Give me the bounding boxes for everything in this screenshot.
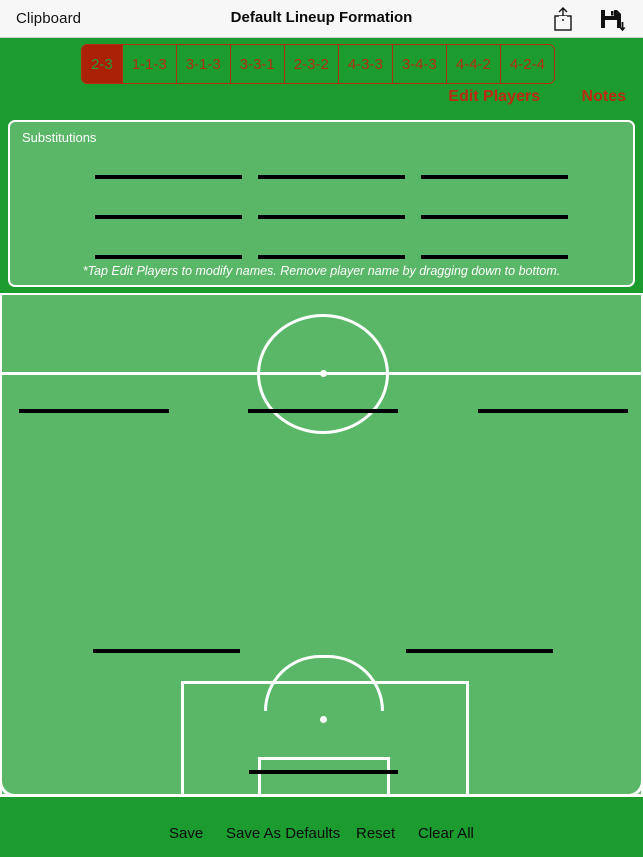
save-button[interactable]: Save [169,825,203,842]
player-slot-forward-3[interactable] [478,409,628,413]
lineup-formation-screen: Clipboard Default Lineup Formation 2-3 1… [0,0,643,857]
substitution-slot-5[interactable] [258,215,405,219]
substitutions-title: Substitutions [22,130,97,145]
formation-tab-4-2-4[interactable]: 4-2-4 [500,45,554,83]
substitution-slot-1[interactable] [95,175,242,179]
corner-arc-bottom-left [2,781,15,794]
center-spot-marking [320,370,327,377]
share-icon[interactable] [549,5,577,33]
substitution-slot-2[interactable] [258,175,405,179]
substitution-slot-3[interactable] [421,175,568,179]
substitution-slot-9[interactable] [421,255,568,259]
save-as-defaults-button[interactable]: Save As Defaults [226,825,340,842]
formation-tab-3-4-3[interactable]: 3-4-3 [392,45,447,83]
action-links-row: Edit Players Notes [0,88,643,118]
corner-arc-bottom-right [628,781,641,794]
bottom-action-bar: Save Save As Defaults Reset Clear All [0,800,643,857]
navigation-bar: Clipboard Default Lineup Formation [0,0,643,38]
edit-players-link[interactable]: Edit Players [448,88,540,106]
substitution-slot-7[interactable] [95,255,242,259]
formation-tab-4-4-2[interactable]: 4-4-2 [446,45,501,83]
player-slot-forward-1[interactable] [19,409,169,413]
player-slot-defender-1[interactable] [93,649,240,653]
formation-tab-1-1-3[interactable]: 1-1-3 [122,45,177,83]
goal-marking [294,796,354,797]
floppy-disk-save-icon[interactable] [598,5,628,33]
player-slot-forward-2[interactable] [248,409,398,413]
formation-tab-2-3[interactable]: 2-3 [82,45,123,83]
formation-tab-4-3-3[interactable]: 4-3-3 [338,45,393,83]
substitutions-panel: Substitutions *Tap Edit Players to modif… [8,120,635,287]
formation-tab-3-1-3[interactable]: 3-1-3 [176,45,231,83]
goal-area-marking [258,757,390,794]
player-slot-defender-2[interactable] [406,649,553,653]
penalty-spot-marking [320,716,327,723]
player-slot-goalkeeper[interactable] [249,770,398,774]
clear-all-button[interactable]: Clear All [418,825,474,842]
notes-link[interactable]: Notes [582,88,626,106]
substitution-slot-4[interactable] [95,215,242,219]
reset-button[interactable]: Reset [356,825,395,842]
substitution-slot-8[interactable] [258,255,405,259]
substitution-slot-6[interactable] [421,215,568,219]
page-title: Default Lineup Formation [230,9,413,26]
soccer-field[interactable] [0,293,643,797]
formation-tab-group[interactable]: 2-3 1-1-3 3-1-3 3-3-1 2-3-2 4-3-3 3-4-3 … [81,44,555,84]
formation-selector-bar: 2-3 1-1-3 3-1-3 3-3-1 2-3-2 4-3-3 3-4-3 … [0,38,643,88]
formation-tab-3-3-1[interactable]: 3-3-1 [230,45,285,83]
substitutions-hint-text: *Tap Edit Players to modify names. Remov… [82,264,561,278]
formation-tab-2-3-2[interactable]: 2-3-2 [284,45,339,83]
